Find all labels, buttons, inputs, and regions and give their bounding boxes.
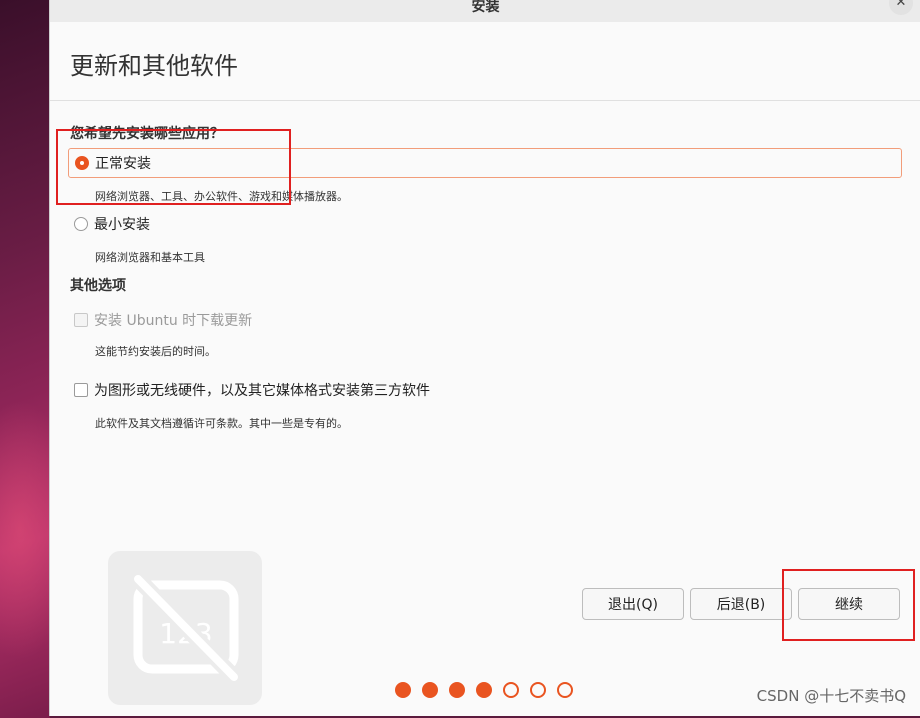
desktop-wallpaper	[0, 0, 80, 718]
back-button[interactable]: 后退(B)	[690, 588, 792, 620]
progress-dot-3	[449, 682, 465, 698]
minimal-install-radio[interactable]	[74, 217, 88, 231]
normal-install-option[interactable]: 正常安装	[68, 148, 902, 178]
progress-dot-7	[557, 682, 573, 698]
title-bar: 安装 ✕	[50, 0, 920, 23]
install-type-question: 您希望先安装哪些应用？	[70, 126, 224, 142]
download-updates-option: 安装 Ubuntu 时下载更新	[68, 306, 252, 334]
keyboard-disabled-icon: 123	[108, 551, 262, 705]
download-updates-checkbox	[74, 313, 88, 327]
page-title: 更新和其他软件	[70, 52, 238, 80]
normal-install-radio[interactable]	[75, 156, 89, 170]
progress-dot-6	[530, 682, 546, 698]
minimal-install-option[interactable]: 最小安装	[68, 210, 150, 238]
minimal-install-label: 最小安装	[94, 217, 150, 233]
quit-button[interactable]: 退出(Q)	[582, 588, 684, 620]
installer-window: 安装 ✕ 更新和其他软件 您希望先安装哪些应用？ 正常安装 网络浏览器、工具、办…	[49, 0, 920, 716]
progress-dots	[395, 682, 573, 698]
progress-dot-2	[422, 682, 438, 698]
progress-dot-5	[503, 682, 519, 698]
third-party-label: 为图形或无线硬件，以及其它媒体格式安装第三方软件	[94, 383, 430, 399]
watermark: CSDN @十七不卖书Q	[756, 687, 906, 705]
other-options-heading: 其他选项	[70, 278, 126, 294]
page-header: 更新和其他软件	[50, 22, 920, 101]
minimal-install-description: 网络浏览器和基本工具	[95, 251, 205, 264]
normal-install-label: 正常安装	[95, 156, 151, 172]
third-party-description: 此软件及其文档遵循许可条款。其中一些是专有的。	[95, 417, 348, 430]
progress-dot-1	[395, 682, 411, 698]
third-party-checkbox[interactable]	[74, 383, 88, 397]
keyboard-disabled-graphic: 123	[132, 573, 240, 683]
window-title: 安装	[471, 0, 500, 15]
normal-install-description: 网络浏览器、工具、办公软件、游戏和媒体播放器。	[95, 190, 348, 203]
continue-button[interactable]: 继续	[798, 588, 900, 620]
download-updates-label: 安装 Ubuntu 时下载更新	[94, 313, 253, 329]
close-icon: ✕	[895, 0, 907, 10]
download-updates-description: 这能节约安装后的时间。	[95, 345, 216, 358]
third-party-option[interactable]: 为图形或无线硬件，以及其它媒体格式安装第三方软件	[68, 376, 430, 404]
progress-dot-4	[476, 682, 492, 698]
